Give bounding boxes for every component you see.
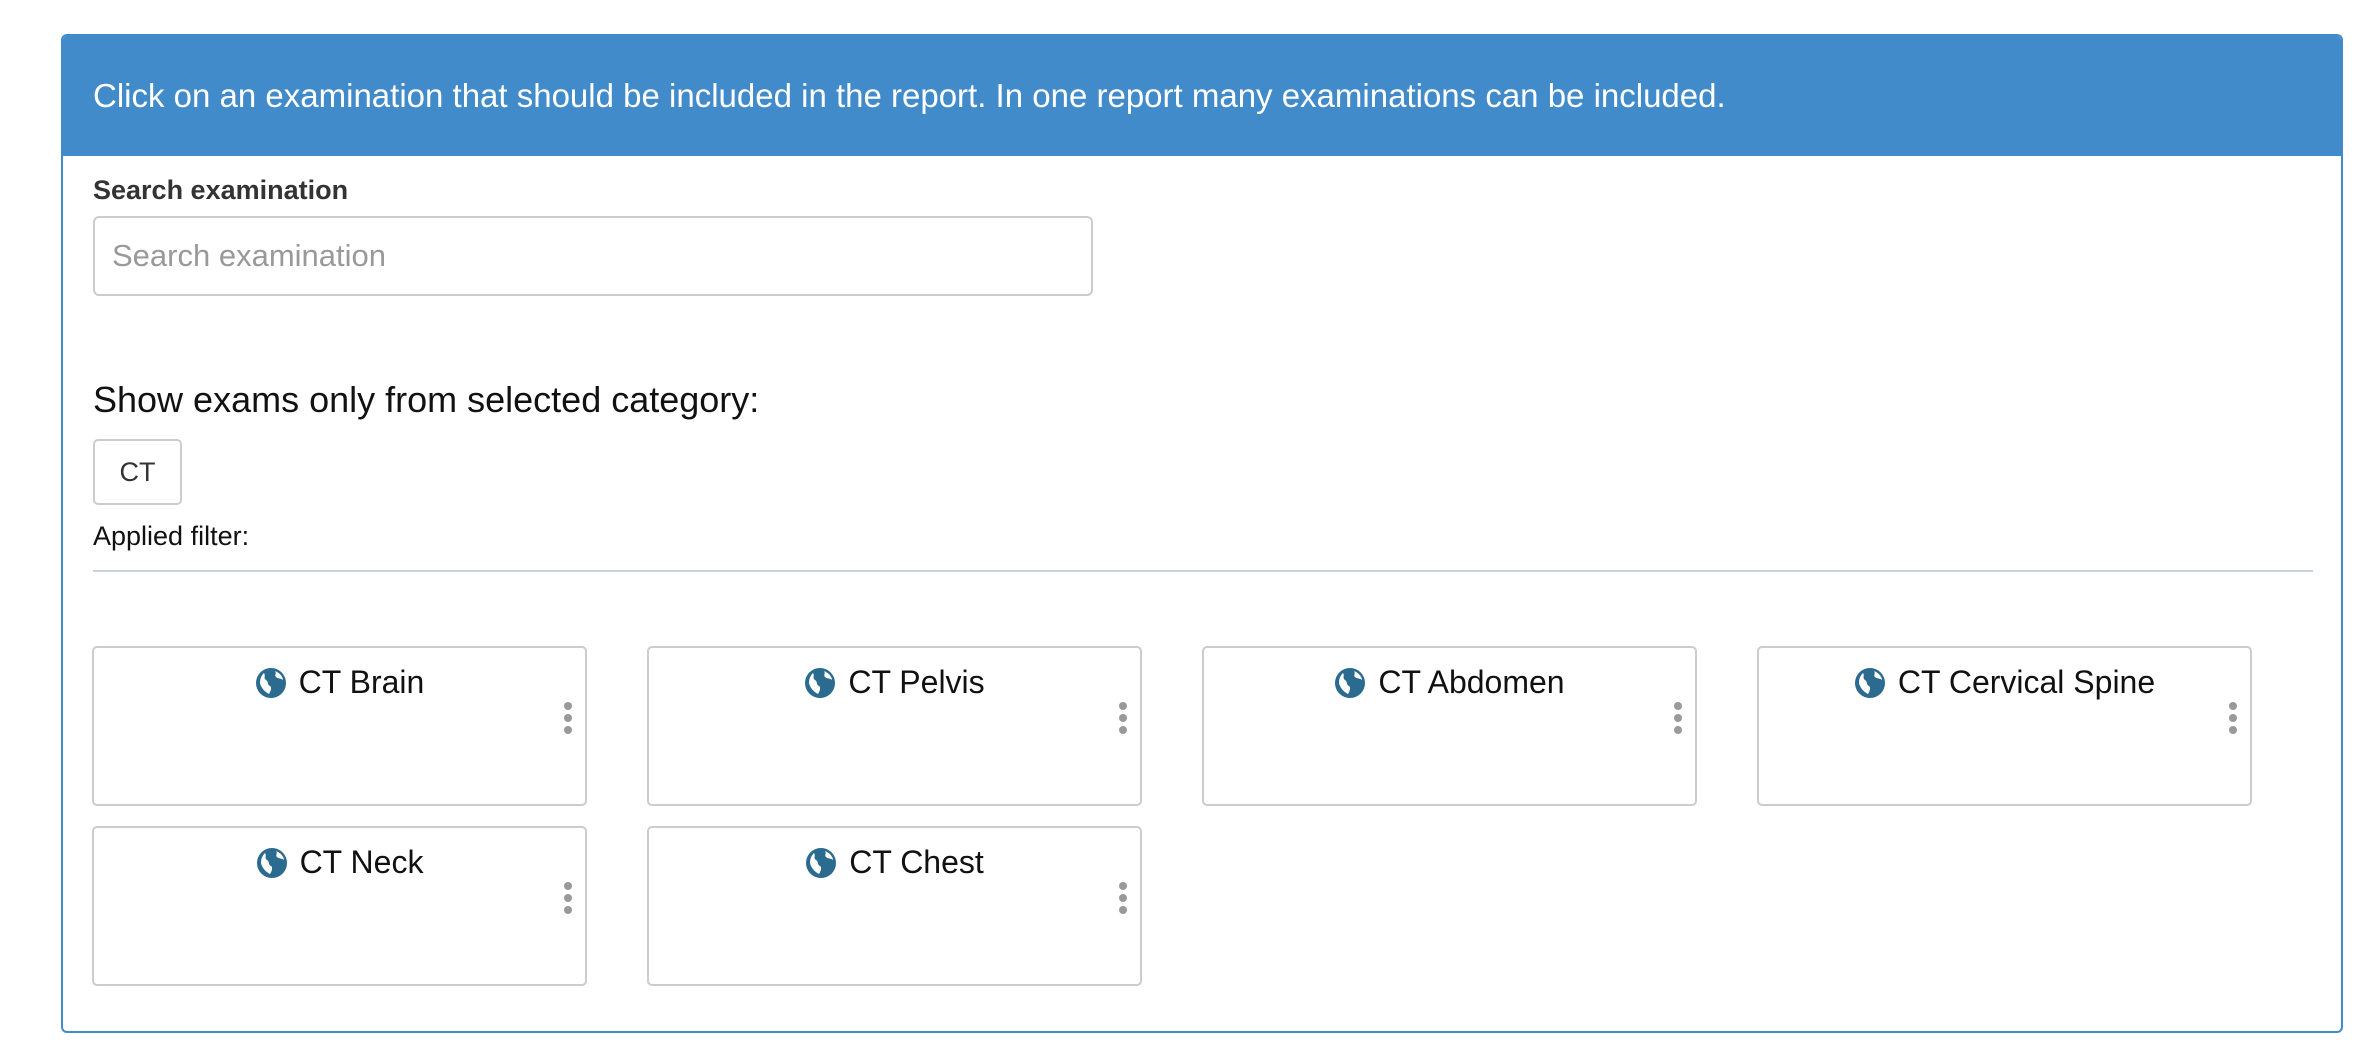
- globe-icon: [256, 847, 287, 878]
- exam-card-title: CT Abdomen: [1204, 664, 1695, 701]
- exam-card[interactable]: CT Brain: [92, 646, 587, 806]
- globe-icon: [806, 847, 837, 878]
- globe-icon: [1854, 667, 1885, 698]
- more-options-icon[interactable]: [1116, 882, 1130, 914]
- category-button-ct[interactable]: CT: [93, 439, 182, 505]
- panel-heading: Click on an examination that should be i…: [63, 36, 2341, 156]
- search-input[interactable]: [93, 216, 1093, 296]
- applied-filter-label: Applied filter:: [93, 521, 250, 551]
- exam-selection-panel: Click on an examination that should be i…: [61, 34, 2343, 1033]
- exam-card[interactable]: CT Abdomen: [1202, 646, 1697, 806]
- exam-card-label: CT Abdomen: [1378, 664, 1565, 700]
- exam-card-label: CT Chest: [849, 844, 984, 880]
- globe-icon: [1335, 667, 1366, 698]
- exam-card-label: CT Cervical Spine: [1897, 664, 2156, 700]
- globe-icon: [805, 667, 836, 698]
- more-options-icon[interactable]: [561, 702, 575, 734]
- more-options-icon[interactable]: [561, 882, 575, 914]
- exam-card[interactable]: CT Cervical Spine: [1757, 646, 2252, 806]
- exam-card-title: CT Neck: [94, 844, 585, 881]
- search-label: Search examination: [93, 175, 349, 205]
- category-heading: Show exams only from selected category:: [93, 379, 760, 420]
- exam-card-label: CT Neck: [299, 844, 424, 880]
- exam-card-title: CT Brain: [94, 664, 585, 701]
- exam-card-title: CT Pelvis: [649, 664, 1140, 701]
- exam-card[interactable]: CT Pelvis: [647, 646, 1142, 806]
- more-options-icon[interactable]: [1671, 702, 1685, 734]
- more-options-icon[interactable]: [1116, 702, 1130, 734]
- exam-card[interactable]: CT Chest: [647, 826, 1142, 986]
- exam-card-title: CT Chest: [649, 844, 1140, 881]
- globe-icon: [255, 667, 286, 698]
- exam-card[interactable]: CT Neck: [92, 826, 587, 986]
- divider: [93, 570, 2313, 572]
- exam-card-title: CT Cervical Spine: [1759, 664, 2250, 701]
- exam-card-label: CT Pelvis: [848, 664, 985, 700]
- more-options-icon[interactable]: [2226, 702, 2240, 734]
- exam-card-label: CT Brain: [298, 664, 425, 700]
